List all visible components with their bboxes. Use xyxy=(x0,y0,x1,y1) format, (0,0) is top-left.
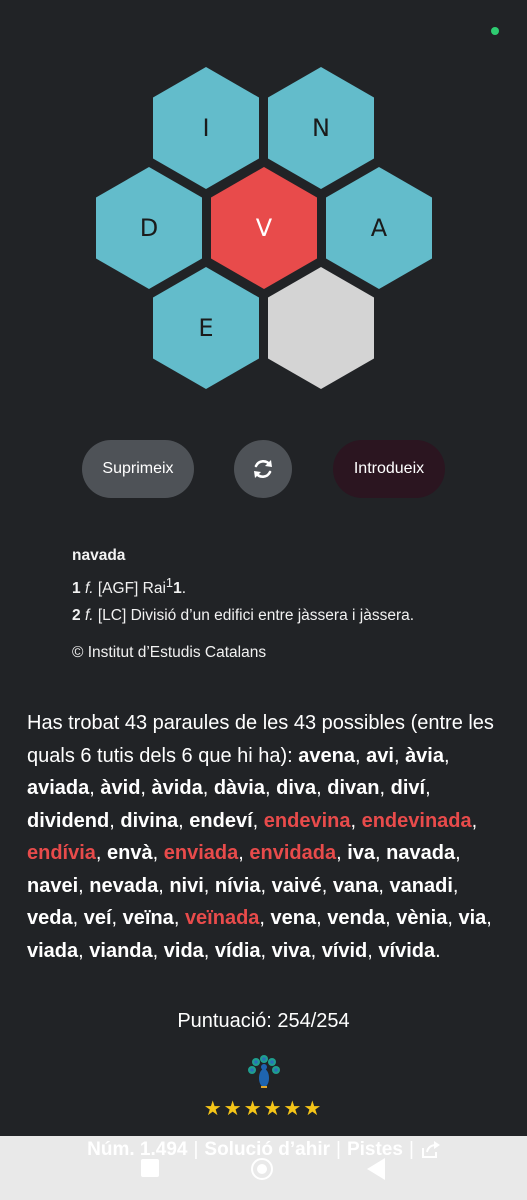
found-word[interactable]: dàvia xyxy=(214,777,265,799)
shuffle-icon xyxy=(254,460,272,478)
tuti-word[interactable]: endevina xyxy=(264,810,351,832)
found-word[interactable]: navei xyxy=(27,875,78,897)
found-word[interactable]: navada xyxy=(386,842,455,864)
hex-letter: I xyxy=(202,114,210,142)
hex-letter: E xyxy=(198,314,214,342)
hex-letter: N xyxy=(312,114,330,142)
found-word[interactable]: vívid xyxy=(322,940,368,962)
hex-top-right[interactable]: N xyxy=(268,67,374,189)
found-word[interactable]: nivi xyxy=(169,875,203,897)
hex-empty xyxy=(268,267,374,389)
status-dot xyxy=(491,27,499,35)
found-word[interactable]: vídia xyxy=(215,940,261,962)
found-word[interactable]: venda xyxy=(327,907,385,929)
found-word[interactable]: veí xyxy=(84,907,112,929)
found-word[interactable]: vívida xyxy=(378,940,435,962)
found-word[interactable]: divina xyxy=(120,810,178,832)
found-word[interactable]: divan xyxy=(327,777,379,799)
found-word[interactable]: viva xyxy=(272,940,311,962)
definition-panel: navada 1 f. [AGF] Rai11. 2 f. [LC] Divis… xyxy=(72,542,492,666)
found-word[interactable]: veïna xyxy=(123,907,174,929)
found-word[interactable]: vida xyxy=(164,940,204,962)
delete-button[interactable]: Suprimeix xyxy=(82,440,194,498)
found-word[interactable]: vena xyxy=(271,907,317,929)
found-end: . xyxy=(435,939,441,962)
tuti-word[interactable]: enviada xyxy=(164,842,238,864)
delete-button-label: Suprimeix xyxy=(102,460,174,477)
found-word[interactable]: avena xyxy=(298,745,355,767)
peacock-icon xyxy=(248,1055,280,1088)
sense-text: [LC] Divisió d’un edifici entre jàssera … xyxy=(97,607,415,625)
shuffle-button[interactable] xyxy=(234,440,292,498)
hex-bottom-left[interactable]: E xyxy=(153,267,259,389)
found-word[interactable]: nevada xyxy=(89,875,158,897)
hex-center[interactable]: V xyxy=(211,167,317,289)
score: Puntuació: 254/254 xyxy=(177,1010,350,1032)
definition-sense-1: 1 f. [AGF] Rai11. xyxy=(72,569,492,602)
hints-link[interactable]: Pistes xyxy=(347,1139,403,1160)
tuti-word[interactable]: endívia xyxy=(27,842,96,864)
enter-button[interactable]: Introdueix xyxy=(333,440,445,498)
sense-number: 1 xyxy=(72,580,81,598)
tuti-word[interactable]: veïnada xyxy=(185,907,259,929)
sense-end: . xyxy=(181,580,187,598)
definition-word: navada xyxy=(72,547,126,564)
hex-top-left[interactable]: I xyxy=(153,67,259,189)
found-words-panel: Has trobat 43 paraules de les 43 possibl… xyxy=(27,707,505,967)
found-word[interactable]: dividend xyxy=(27,810,109,832)
recents-button[interactable] xyxy=(141,1159,159,1177)
found-word[interactable]: diva xyxy=(276,777,316,799)
found-word[interactable]: vana xyxy=(333,875,379,897)
sense-reference[interactable]: 1 xyxy=(173,580,182,597)
found-word[interactable]: vianda xyxy=(89,940,152,962)
found-word[interactable]: viada xyxy=(27,940,78,962)
word-list: avena, avi, àvia, aviada, àvid, àvida, d… xyxy=(27,744,492,962)
found-word[interactable]: àvia xyxy=(405,745,444,767)
separator: | xyxy=(193,1139,199,1160)
found-word[interactable]: avi xyxy=(366,745,394,767)
separator: | xyxy=(408,1139,414,1160)
hex-letter: V xyxy=(255,214,273,242)
rating-stars: ★★★★★★ xyxy=(203,1096,324,1120)
share-icon[interactable] xyxy=(420,1140,440,1159)
yesterday-solution-link[interactable]: Solució d’ahir xyxy=(204,1139,330,1160)
found-word[interactable]: àvida xyxy=(152,777,203,799)
found-word[interactable]: diví xyxy=(391,777,425,799)
hex-mid-left[interactable]: D xyxy=(96,167,202,289)
sense-category: f. xyxy=(84,607,94,625)
sense-number: 2 xyxy=(72,607,81,625)
enter-button-label: Introdueix xyxy=(353,460,425,477)
found-word[interactable]: via xyxy=(458,907,486,929)
found-word[interactable]: aviada xyxy=(27,777,89,799)
found-word[interactable]: endeví xyxy=(189,810,252,832)
found-word[interactable]: envà xyxy=(107,842,153,864)
separator: | xyxy=(336,1139,341,1160)
found-word[interactable]: vaivé xyxy=(272,875,322,897)
tuti-word[interactable]: envidada xyxy=(249,842,336,864)
sense-text: [AGF] Rai xyxy=(97,580,166,598)
hex-letter: D xyxy=(139,214,159,242)
hex-mid-right[interactable]: A xyxy=(326,167,432,289)
found-word[interactable]: nívia xyxy=(215,875,261,897)
puzzle-number-link[interactable]: Núm. 1.494 xyxy=(87,1139,187,1160)
found-word[interactable]: iva xyxy=(347,842,375,864)
sense-category: f. xyxy=(84,580,94,598)
hex-letter: A xyxy=(370,214,388,242)
home-button[interactable] xyxy=(251,1158,273,1180)
found-word[interactable]: àvid xyxy=(100,777,140,799)
copyright: © Institut d’Estudis Catalans xyxy=(72,644,267,662)
definition-sense-2: 2 f. [LC] Divisió d’un edifici entre jàs… xyxy=(72,602,492,629)
back-button[interactable] xyxy=(367,1158,385,1180)
found-word[interactable]: vanadi xyxy=(390,875,453,897)
found-word[interactable]: veda xyxy=(27,907,73,929)
found-word[interactable]: vènia xyxy=(396,907,447,929)
tuti-word[interactable]: endevinada xyxy=(362,810,472,832)
